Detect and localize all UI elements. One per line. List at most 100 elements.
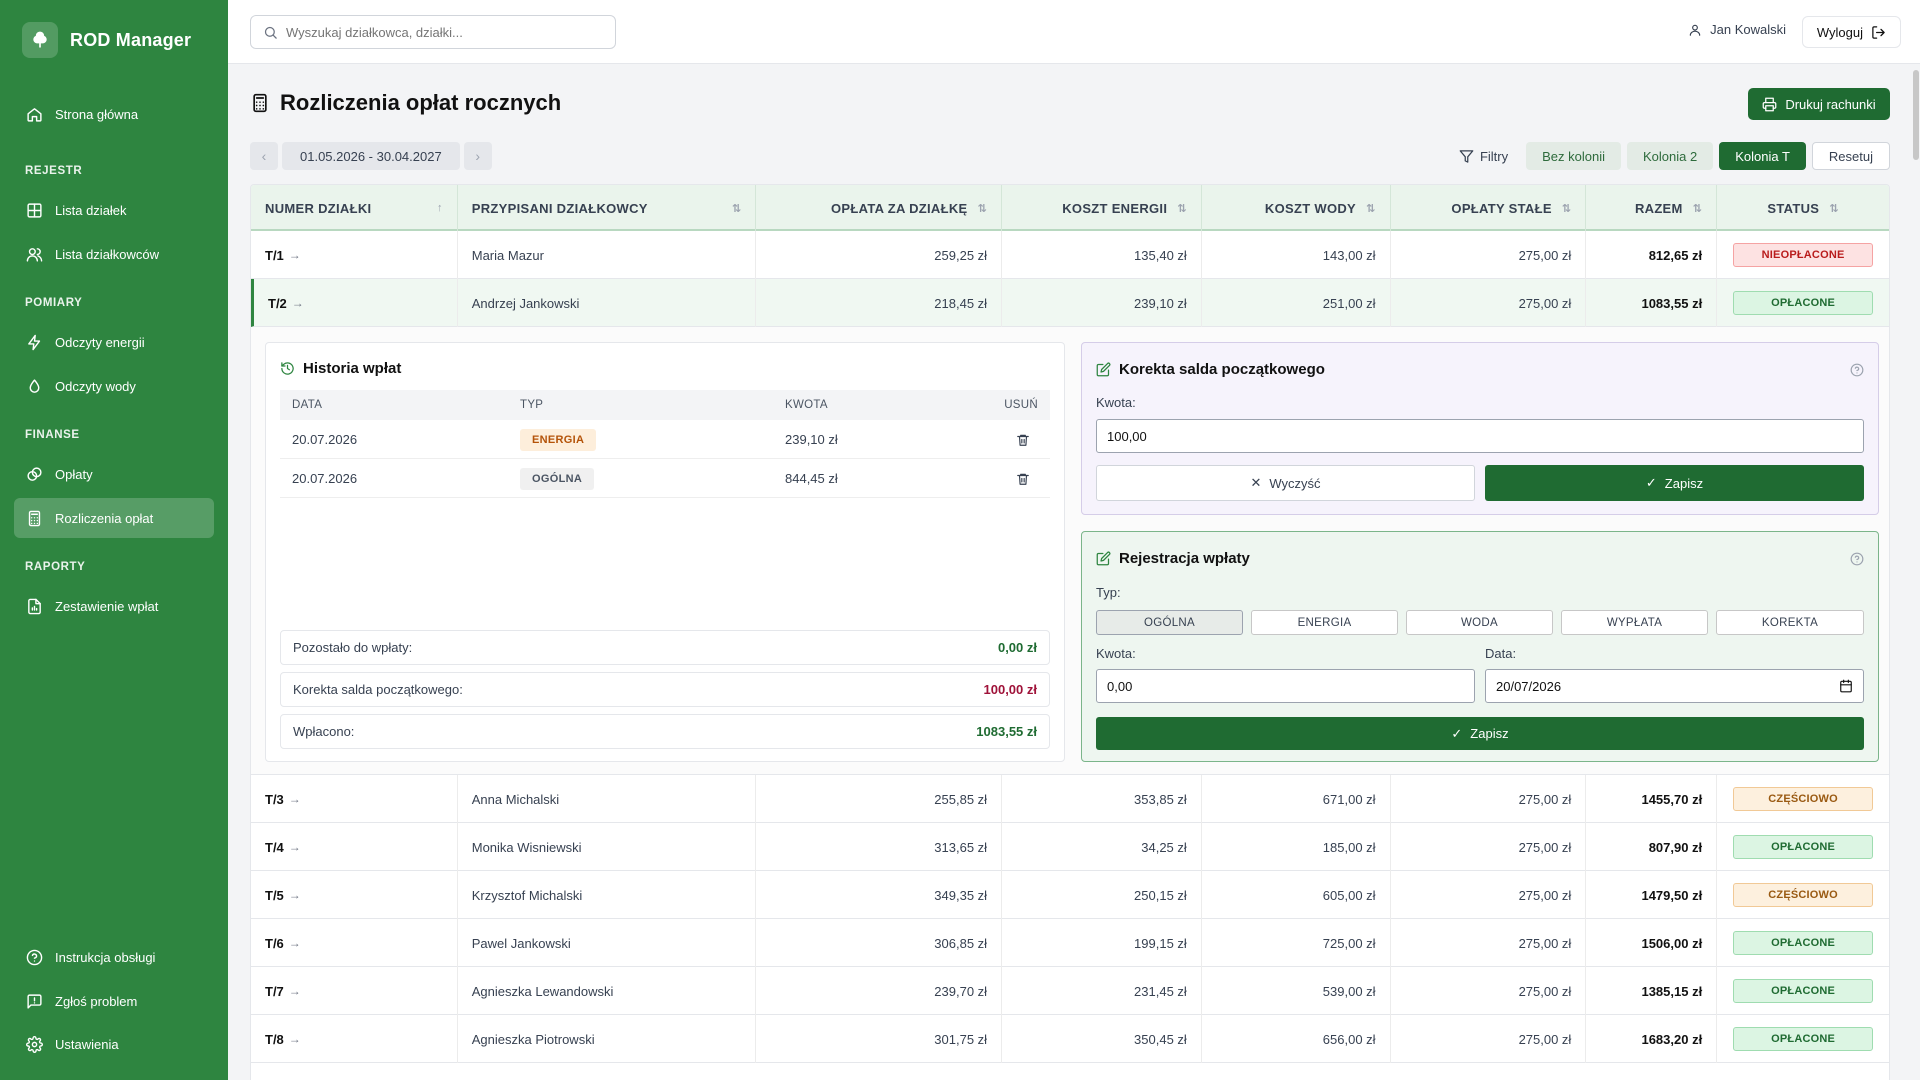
sidebar-item-plots[interactable]: Lista działek xyxy=(14,190,214,230)
brand[interactable]: ROD Manager xyxy=(22,22,191,58)
sidebar-item-settlements[interactable]: Rozliczenia opłat xyxy=(14,498,214,538)
sidebar-item-water[interactable]: Odczyty wody xyxy=(14,366,214,406)
correction-amount-field[interactable] xyxy=(1096,419,1864,453)
table-row[interactable]: T/2 → Andrzej Jankowski 218,45 zł 239,10 zł 2… xyxy=(251,279,1889,327)
table-row[interactable]: T/1 → Maria Mazur 259,25 zł 135,40 zł 143,00 … xyxy=(251,231,1889,279)
help-circle-icon[interactable] xyxy=(1850,363,1864,377)
filter-chip-no-colony[interactable]: Bez kolonii xyxy=(1526,142,1622,170)
payment-amount-field[interactable] xyxy=(1096,669,1475,703)
section-finanse: FINANSE xyxy=(25,429,80,441)
cell-water: 143,00 zł xyxy=(1202,231,1391,279)
filter-chip-colony-2[interactable]: Kolonia 2 xyxy=(1627,142,1714,170)
cell-plot[interactable]: T/1 → xyxy=(251,231,458,279)
clear-correction-button[interactable]: ✕ Wyczyść xyxy=(1096,465,1475,501)
table-row[interactable]: T/7 → Agnieszka Lewandowski 239,70 zł 231,45… xyxy=(251,967,1889,1015)
sort-icon: ⇅ xyxy=(977,202,988,215)
cell-members: Andrzej Jankowski xyxy=(458,279,757,327)
scrollbar-thumb[interactable] xyxy=(1913,70,1919,160)
cell-members: Pawel Jankowski xyxy=(458,919,757,967)
sidebar-item-home[interactable]: Strona główna xyxy=(14,94,214,134)
save-payment-button[interactable]: ✓ Zapisz xyxy=(1096,717,1864,750)
search-input[interactable] xyxy=(286,24,596,40)
user-name: Jan Kowalski xyxy=(1710,22,1786,37)
payment-amount-input[interactable] xyxy=(1107,678,1464,694)
filter-chip-colony-t[interactable]: Kolonia T xyxy=(1719,142,1806,170)
delete-payment-button[interactable] xyxy=(995,433,1050,447)
period-prev-button[interactable]: ‹ xyxy=(250,142,278,170)
sidebar-item-payments-report[interactable]: Zestawienie wpłat xyxy=(14,586,214,626)
table-row[interactable]: T/4 → Monika Wisniewski 313,65 zł 34,25 zł 18… xyxy=(251,823,1889,871)
cell-energy: 350,45 zł xyxy=(1002,1015,1202,1063)
col-header-members[interactable]: PRZYPISANI DZIAŁKOWCY ⇅ xyxy=(458,185,757,231)
cell-status: CZĘŚCIOWO xyxy=(1717,775,1889,823)
plot-number: T/8 → xyxy=(265,1032,301,1047)
arrow-right-icon: → xyxy=(288,1032,301,1046)
check-icon: ✓ xyxy=(1645,475,1657,490)
payment-history-title: Historia wpłat xyxy=(280,360,401,377)
period-range[interactable]: 01.05.2026 - 30.04.2027 xyxy=(282,142,460,170)
type-option-correction[interactable]: KOREKTA xyxy=(1716,610,1864,635)
page-title-text: Rozliczenia opłat rocznych xyxy=(280,90,562,115)
payment-type-label: Typ: xyxy=(1096,585,1121,600)
col-header-fixed[interactable]: OPŁATY STAŁE ⇅ xyxy=(1391,185,1587,231)
cell-total: 1385,15 zł xyxy=(1586,967,1718,1015)
sidebar-item-energy[interactable]: Odczyty energii xyxy=(14,322,214,362)
type-option-energy[interactable]: ENERGIA xyxy=(1251,610,1398,635)
sidebar-item-manual[interactable]: Instrukcja obsługi xyxy=(14,937,214,977)
type-option-general[interactable]: OGÓLNA xyxy=(1096,610,1243,635)
remaining-value: 0,00 zł xyxy=(997,640,1037,655)
help-circle-icon xyxy=(26,949,43,965)
help-circle-icon[interactable] xyxy=(1850,552,1864,566)
search-box[interactable] xyxy=(250,15,616,49)
table-row[interactable]: T/6 → Pawel Jankowski 306,85 zł 199,15 zł 725… xyxy=(251,919,1889,967)
type-option-payout[interactable]: WYPŁATA xyxy=(1561,610,1708,635)
print-bills-button[interactable]: Drukuj rachunki xyxy=(1748,88,1890,120)
sidebar-item-members[interactable]: Lista działkowców xyxy=(14,234,214,274)
col-header-energy[interactable]: KOSZT ENERGII ⇅ xyxy=(1002,185,1202,231)
trash-icon xyxy=(1017,434,1029,446)
history-row: 20.07.2026 OGÓLNA 844,45 zł xyxy=(280,460,1050,498)
section-raporty: RAPORTY xyxy=(25,561,86,573)
save-correction-button[interactable]: ✓ Zapisz xyxy=(1485,465,1864,501)
delete-payment-button[interactable] xyxy=(995,472,1050,486)
table-row[interactable]: T/5 → Krzysztof Michalski 349,35 zł 250,15 z… xyxy=(251,871,1889,919)
sidebar-item-fees[interactable]: Opłaty xyxy=(14,454,214,494)
cell-plot[interactable]: T/3 → xyxy=(251,775,458,823)
payment-date-field[interactable]: 20/07/2026 xyxy=(1485,669,1864,703)
table-row[interactable]: T/3 → Anna Michalski 255,85 zł 353,85 zł 671,… xyxy=(251,775,1889,823)
cell-energy: 239,10 zł xyxy=(1002,279,1202,327)
col-header-plot[interactable]: NUMER DZIAŁKI ↑ xyxy=(251,185,458,231)
table-row[interactable]: T/8 → Agnieszka Piotrowski 301,75 zł 350,45 … xyxy=(251,1015,1889,1063)
reset-filters-button[interactable]: Resetuj xyxy=(1811,142,1890,170)
col-header-label: RAZEM xyxy=(1634,200,1683,216)
user-menu[interactable]: Jan Kowalski xyxy=(1688,22,1786,37)
plot-number: T/3 → xyxy=(265,792,301,807)
sidebar-item-settings[interactable]: Ustawienia xyxy=(14,1024,214,1064)
period-next-button[interactable]: › xyxy=(463,142,492,170)
status-badge: CZĘŚCIOWO xyxy=(1733,787,1874,811)
cell-plot[interactable]: T/6 → xyxy=(251,919,458,967)
logout-button[interactable]: Wyloguj xyxy=(1801,16,1901,48)
col-header-total[interactable]: RAZEM ⇅ xyxy=(1586,185,1718,231)
status-badge: NIEOPŁACONE xyxy=(1733,243,1874,267)
col-header-status[interactable]: STATUS ⇅ xyxy=(1717,185,1889,231)
cell-members: Anna Michalski xyxy=(458,775,757,823)
cell-plot[interactable]: T/2 → xyxy=(254,279,458,327)
edit-icon xyxy=(1096,551,1111,566)
cell-plot[interactable]: T/8 → xyxy=(251,1015,458,1063)
cell-plot[interactable]: T/5 → xyxy=(251,871,458,919)
filters-toggle[interactable]: Filtry xyxy=(1453,149,1520,164)
col-header-plot-fee[interactable]: OPŁATA ZA DZIAŁKĘ ⇅ xyxy=(756,185,1003,231)
correction-summary-value: 100,00 zł xyxy=(983,682,1038,697)
cell-plot[interactable]: T/4 → xyxy=(251,823,458,871)
page-scrollbar[interactable] xyxy=(1912,64,1920,1080)
cell-plot[interactable]: T/7 → xyxy=(251,967,458,1015)
col-header-water[interactable]: KOSZT WODY ⇅ xyxy=(1202,185,1391,231)
sidebar-item-report-problem[interactable]: Zgłoś problem xyxy=(14,981,214,1021)
status-badge: OPŁACONE xyxy=(1733,835,1874,859)
type-option-water[interactable]: WODA xyxy=(1406,610,1553,635)
plot-number-text: T/1 xyxy=(265,247,284,263)
calendar-icon[interactable] xyxy=(1839,679,1853,693)
correction-amount-input[interactable] xyxy=(1107,428,1853,444)
cell-total: 1683,20 zł xyxy=(1586,1015,1718,1063)
